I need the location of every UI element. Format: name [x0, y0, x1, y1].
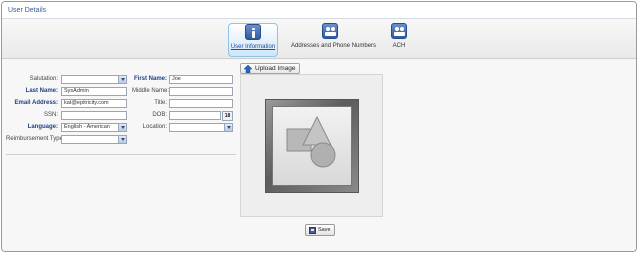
dob-label: DOB: [152, 112, 167, 118]
contacts-icon [322, 23, 338, 39]
salutation-select[interactable] [61, 75, 127, 84]
email-input[interactable]: kat@epitricity.com [61, 99, 127, 108]
upload-icon [244, 65, 252, 73]
salutation-label: Salutation: [29, 76, 58, 82]
tab-bar: User Information Addresses and Phone Num… [2, 19, 636, 59]
middle-name-input[interactable] [169, 87, 233, 96]
image-placeholder-icon [286, 115, 336, 168]
save-button[interactable]: Save [305, 224, 335, 236]
image-placeholder [272, 106, 352, 186]
upload-image-button[interactable]: Upload Image [240, 63, 301, 74]
language-select[interactable]: English - American [61, 123, 127, 132]
email-label: Email Address: [14, 100, 58, 106]
tab-addresses-phone[interactable]: Addresses and Phone Numbers [291, 23, 377, 57]
tab-addresses-label: Addresses and Phone Numbers [291, 43, 377, 49]
window-title: User Details [8, 7, 47, 14]
user-information-panel: Salutation: Last Name: SysAdmin Email Ad… [2, 60, 636, 251]
save-icon [309, 227, 316, 234]
tab-user-information[interactable]: User Information [228, 23, 278, 57]
first-name-label: First Name: [133, 76, 167, 82]
tab-ach[interactable]: ACH [388, 23, 410, 57]
chevron-down-icon [118, 76, 126, 83]
reimbursement-select[interactable] [61, 135, 127, 144]
window-titlebar: User Details [2, 2, 636, 19]
calendar-icon[interactable]: 18 [222, 111, 233, 121]
ach-icon [391, 23, 407, 39]
profile-image-frame [265, 99, 359, 193]
profile-image-panel [240, 74, 383, 217]
ssn-label: SSN: [43, 112, 58, 118]
location-select[interactable] [169, 123, 233, 132]
tab-ach-label: ACH [392, 43, 406, 49]
location-label: Location: [142, 124, 167, 130]
dob-input[interactable] [169, 111, 221, 120]
chevron-down-icon [118, 124, 126, 131]
middle-name-label: Middle Name: [132, 88, 170, 94]
user-details-window: User Details User Information Addresses … [1, 1, 637, 252]
title-input[interactable] [169, 99, 233, 108]
form-divider [6, 154, 236, 155]
chevron-down-icon [224, 124, 232, 131]
language-label: Language: [27, 124, 58, 130]
last-name-input[interactable]: SysAdmin [61, 87, 127, 96]
tab-user-information-label: User Information [230, 44, 276, 50]
reimbursement-label: Reimbursement Type: [6, 136, 65, 142]
chevron-down-icon [118, 136, 126, 143]
info-icon [245, 24, 261, 40]
first-name-input[interactable]: Joe [169, 75, 233, 84]
last-name-label: Last Name: [25, 88, 58, 94]
title-label: Title: [154, 100, 167, 106]
ssn-input[interactable] [61, 111, 127, 120]
